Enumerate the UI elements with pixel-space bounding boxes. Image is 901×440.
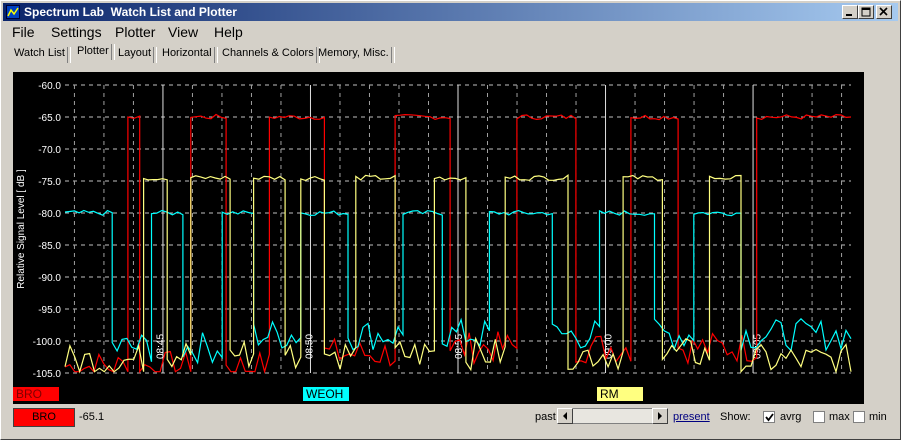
y-tick-label: -100.0 [33, 337, 62, 348]
menu-help[interactable]: Help [214, 24, 243, 40]
y-tick-label: -90.0 [38, 273, 61, 284]
min-checkbox[interactable] [853, 411, 865, 423]
show-label: Show: [720, 411, 751, 423]
minimize-button[interactable] [842, 5, 858, 19]
avrg-checkbox[interactable] [763, 411, 775, 423]
min-label: min [869, 411, 887, 423]
y-tick-label: -75.0 [38, 177, 61, 188]
y-tick-label: -105.0 [33, 369, 62, 380]
scroll-left-button[interactable] [557, 408, 573, 424]
tab-label: Layout [118, 47, 152, 59]
tab-label: Horizontal [162, 47, 212, 59]
max-checkbox[interactable] [813, 411, 825, 423]
y-tick-label: -60.0 [38, 81, 61, 92]
window-title: Spectrum Lab Watch List and Plotter [24, 5, 237, 19]
y-tick-label: -70.0 [38, 145, 61, 156]
close-button[interactable] [876, 5, 892, 19]
left-arrow-icon [563, 412, 567, 420]
tab-label: Memory, Misc. [318, 47, 389, 59]
y-tick-label: -80.0 [38, 209, 61, 220]
close-icon [879, 7, 888, 16]
tab-layout[interactable]: Layout [115, 46, 158, 63]
title-bar[interactable]: Spectrum Lab Watch List and Plotter [3, 3, 898, 21]
past-label: past [535, 411, 556, 423]
spectrum-lab-app-icon [6, 5, 20, 19]
tab-label: Channels & Colors [222, 47, 314, 59]
y-tick-label: -95.0 [38, 305, 61, 316]
y-tick-label: -85.0 [38, 241, 61, 252]
plot-area[interactable]: -60.0 -65.0 -70.0 -75.0 -80.0 -85.0 -90.0 -95.0… [13, 72, 864, 404]
x-time-label: 08:50 [305, 334, 316, 359]
maximize-icon [861, 7, 871, 17]
x-time-label: 08:55 [454, 334, 465, 359]
current-channel-name: BRO [32, 411, 56, 423]
channel-legend-label: WEOH [306, 387, 343, 401]
tab-strip: Watch List Plotter Layout Horizontal Cha… [3, 43, 898, 65]
channel-legend-label: RM [600, 387, 619, 401]
tab-channels-colors[interactable]: Channels & Colors [219, 46, 320, 63]
menu-bar: File Settings Plotter View Help [3, 22, 898, 41]
present-link[interactable]: present [673, 411, 710, 423]
tab-memory-misc[interactable]: Memory, Misc. [315, 46, 395, 63]
menu-settings[interactable]: Settings [51, 24, 102, 40]
current-channel-box[interactable]: BRO [13, 408, 75, 427]
time-scrollbar[interactable] [557, 408, 668, 424]
max-label: max [829, 411, 850, 423]
right-arrow-icon [658, 412, 662, 420]
plotter-window: Spectrum Lab Watch List and Plotter File… [0, 0, 901, 440]
tab-horizontal[interactable]: Horizontal [159, 46, 218, 63]
tab-watch-list[interactable]: Watch List [11, 46, 71, 63]
scroll-right-button[interactable] [652, 408, 668, 424]
avrg-label: avrg [780, 411, 802, 423]
maximize-button[interactable] [858, 5, 874, 19]
minimize-icon [846, 14, 852, 16]
tab-plotter[interactable]: Plotter [74, 43, 115, 64]
checkmark-icon [765, 413, 774, 422]
menu-view[interactable]: View [168, 24, 198, 40]
menu-plotter[interactable]: Plotter [115, 24, 155, 40]
channel-legend-label: BRO [16, 387, 42, 401]
y-tick-label: -65.0 [38, 113, 61, 124]
signal-chart: -60.0 -65.0 -70.0 -75.0 -80.0 -85.0 -90.0 -95.0… [13, 81, 852, 401]
tab-label: Plotter [77, 45, 109, 57]
current-value: -65.1 [79, 411, 105, 423]
tab-label: Watch List [14, 47, 65, 59]
y-axis-label: Relative Signal Level [ dB ] [16, 169, 27, 289]
menu-file[interactable]: File [12, 24, 35, 40]
